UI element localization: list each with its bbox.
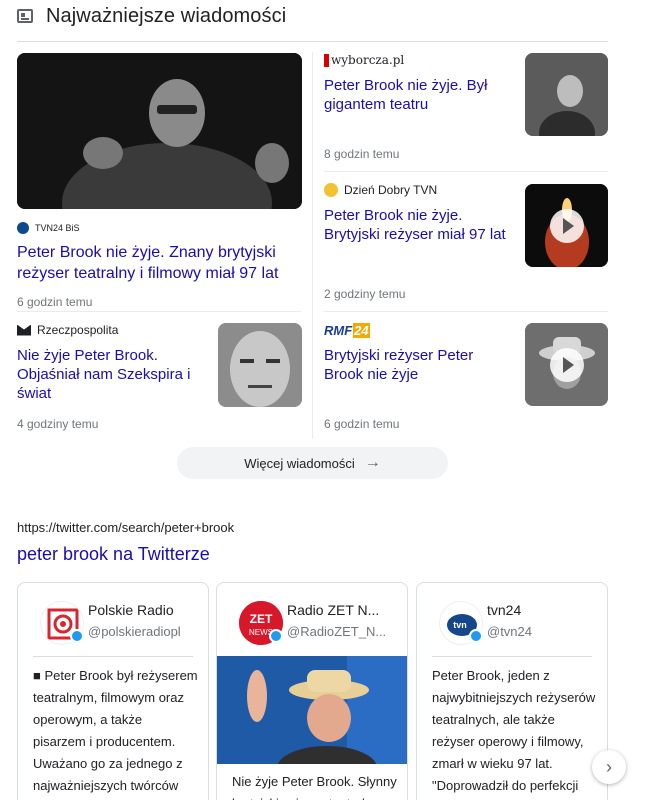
tweet-author-name: tvn24 (487, 602, 522, 618)
story-time: 6 godzin temu (324, 417, 400, 431)
story-source: RMF 24 (324, 322, 514, 338)
story-thumbnail[interactable] (218, 323, 302, 407)
section-title: Najważniejsze wiadomości (46, 4, 287, 27)
story-source: Rzeczpospolita (17, 322, 212, 338)
source-logo-icon (324, 183, 338, 197)
divider (324, 171, 608, 172)
tweet-author-name: Radio ZET N... (287, 602, 380, 618)
more-news-label: Więcej wiadomości (244, 455, 355, 471)
tweet-text: Nie żyje Peter Brook. Słynny brytyjski r… (232, 774, 397, 800)
tweet-photo (217, 656, 407, 764)
tweet-card[interactable]: ZET NEWS Radio ZET N... @RadioZET_N... N… (216, 582, 408, 800)
story-headline[interactable]: Peter Brook nie żyje. Był gigantem teatr… (324, 76, 514, 114)
divider (17, 311, 301, 312)
story-card[interactable]: wyborcza.pl Peter Brook nie żyje. Był gi… (324, 52, 514, 114)
divider (324, 311, 608, 312)
story-headline[interactable]: Brytyjski reżyser Peter Brook nie żyje (324, 346, 514, 384)
chevron-right-icon[interactable]: › (592, 750, 626, 784)
story-headline[interactable]: Peter Brook nie żyje. Brytyjski reżyser … (324, 206, 514, 244)
story-time: 2 godziny temu (324, 287, 406, 301)
story-source: TVN24 BiS (17, 220, 302, 236)
source-logo-icon: RMF 24 (324, 322, 370, 338)
tweet-text: ■ Peter Brook był reżyserem teatralnym, … (33, 668, 198, 793)
source-name: Dzień Dobry TVN (344, 183, 438, 197)
story-photo (17, 53, 302, 209)
divider (33, 656, 193, 657)
divider (312, 52, 313, 439)
newspaper-icon (17, 9, 33, 23)
story-thumbnail[interactable] (525, 184, 608, 267)
story-headline[interactable]: Peter Brook nie żyje. Znany brytyjski re… (17, 242, 302, 284)
story-time: 4 godziny temu (17, 417, 99, 431)
story-source: wyborcza.pl (324, 52, 514, 68)
story-headline[interactable]: Nie żyje Peter Brook. Objaśniał nam Szek… (17, 346, 212, 403)
tweet-card[interactable]: Polskie Radio @polskieradiopl ■ Peter Br… (17, 582, 209, 800)
source-logo-icon (17, 324, 31, 336)
source-name: TVN24 BiS (35, 223, 80, 233)
story-photo (525, 53, 608, 136)
story-card[interactable]: RMF 24 Brytyjski reżyser Peter Brook nie … (324, 322, 514, 384)
source-logo-icon (324, 53, 329, 67)
svg-text:tvn: tvn (453, 620, 467, 630)
svg-text:ZET: ZET (250, 612, 273, 626)
verified-icon (469, 629, 483, 643)
story-photo (218, 323, 302, 407)
source-name: Rzeczpospolita (37, 323, 119, 337)
tweet-author-name: Polskie Radio (88, 602, 174, 618)
story-card[interactable]: Rzeczpospolita Nie żyje Peter Brook. Obj… (17, 322, 212, 403)
story-time: 6 godzin temu (17, 295, 93, 309)
story-time: 8 godzin temu (324, 147, 400, 161)
play-icon[interactable] (549, 347, 584, 382)
more-news-button[interactable]: Więcej wiadomości → (177, 447, 448, 479)
arrow-right-icon: → (364, 454, 381, 471)
tweet-author-handle: @RadioZET_N... (287, 624, 387, 639)
section-header: Najważniejsze wiadomości (17, 4, 286, 28)
tweet-author-handle: @tvn24 (487, 624, 532, 639)
play-icon[interactable] (549, 208, 584, 243)
tweet-image[interactable] (217, 656, 407, 764)
story-card[interactable]: TVN24 BiS Peter Brook nie żyje. Znany br… (17, 220, 302, 309)
verified-icon (269, 629, 283, 643)
story-card[interactable]: Dzień Dobry TVN Peter Brook nie żyje. Br… (324, 182, 514, 244)
source-name: wyborcza.pl (331, 53, 405, 67)
tweet-author-handle: @polskieradiopl (88, 624, 181, 639)
tweet-text: Peter Brook, jeden z najwybitniejszych r… (432, 668, 596, 793)
source-logo-icon (17, 222, 29, 234)
story-thumbnail[interactable] (525, 323, 608, 406)
story-thumbnail[interactable] (525, 53, 608, 136)
verified-icon (70, 629, 84, 643)
divider (432, 656, 592, 657)
twitter-url[interactable]: https://twitter.com/search/peter+brook (17, 520, 234, 535)
tweet-card[interactable]: tvn tvn24 @tvn24 Peter Brook, jeden z na… (416, 582, 608, 800)
twitter-title[interactable]: peter brook na Twitterze (17, 544, 210, 565)
story-source: Dzień Dobry TVN (324, 182, 514, 198)
divider (17, 41, 608, 42)
story-image[interactable] (17, 53, 302, 209)
